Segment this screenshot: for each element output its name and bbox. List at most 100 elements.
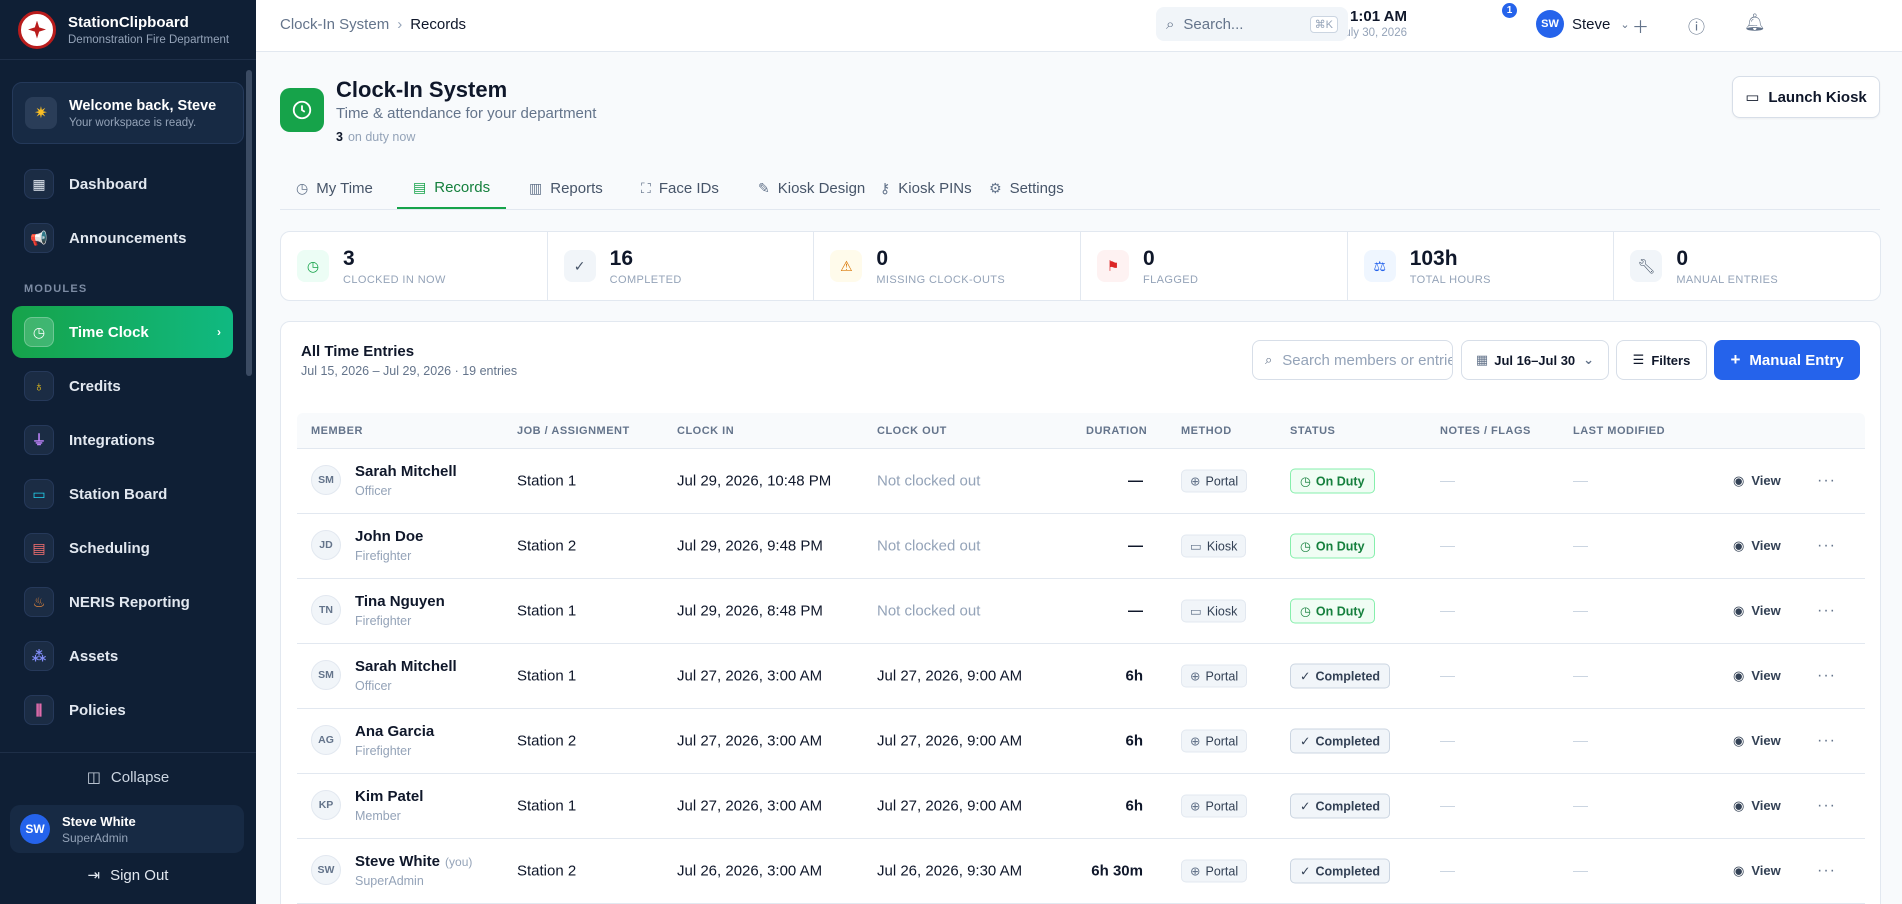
member-name[interactable]: Sarah Mitchell [355, 463, 462, 480]
help-icon[interactable]: ⓘ [1688, 13, 1705, 38]
plus-icon: + [1730, 350, 1741, 369]
sidebar-item-credits[interactable]: ♁ Credits [12, 360, 233, 412]
member-name[interactable]: Tina Nguyen [355, 593, 450, 610]
table-row[interactable]: AG Ana Garcia Firefighter Station 2 Jul 27, … [297, 709, 1865, 774]
check-circle-icon: ✓ [1300, 734, 1311, 749]
sidebar-item-integrations[interactable]: ⏚ Integrations [12, 414, 233, 466]
sidebar-item-scheduling[interactable]: ▤ Scheduling [12, 522, 233, 574]
member-name[interactable]: Ana Garcia [355, 723, 439, 740]
notes-flags: — [1440, 732, 1455, 750]
more-actions-button[interactable]: ··· [1817, 797, 1836, 815]
face-scan-icon: ⛶ [641, 180, 651, 196]
tab-reports[interactable]: ▥ Reports [513, 168, 619, 209]
tab-kiosk-pins[interactable]: ⚷ Kiosk PINs [864, 168, 988, 209]
member-name[interactable]: Kim Patel [355, 788, 428, 805]
sidebar-item-announcements[interactable]: 📢 Announcements [12, 212, 233, 264]
sidebar-item-neris-reporting[interactable]: ♨ NERIS Reporting [12, 576, 233, 628]
eye-icon: ◉ [1733, 603, 1745, 618]
last-modified: — [1573, 797, 1588, 815]
clock-in-time: Jul 29, 2026, 10:48 PM [677, 472, 832, 490]
plus-icon[interactable]: ＋ [1632, 13, 1649, 38]
table-row[interactable]: KP Kim Patel Member Station 1 Jul 27, 2026, … [297, 774, 1865, 839]
more-actions-button[interactable]: ··· [1817, 472, 1836, 490]
sidebar-item-station-board[interactable]: ▭ Station Board [12, 468, 233, 520]
job-assignment: Station 1 [517, 602, 577, 620]
column-header-job[interactable]: JOB / ASSIGNMENT [517, 425, 630, 437]
tab-settings[interactable]: ⚙ Settings [973, 168, 1080, 209]
view-button[interactable]: ◉ View [1733, 603, 1781, 619]
avatar: TN [311, 595, 341, 625]
modules-label: MODULES [24, 283, 88, 295]
last-modified: — [1573, 862, 1588, 880]
bell-icon[interactable]: 🔔︎ [1744, 13, 1766, 33]
sidebar-scrollbar[interactable] [246, 70, 252, 376]
more-actions-button[interactable]: ··· [1817, 862, 1836, 880]
member-name[interactable]: Steve White (you) [355, 853, 472, 870]
collapse-button[interactable]: ◫ Collapse [0, 768, 256, 786]
table-row[interactable]: SM Sarah Mitchell Officer Station 1 Jul 29, … [297, 449, 1865, 514]
brand[interactable]: StationClipboard Demonstration Fire Depa… [0, 0, 256, 60]
sidebar-item-time-clock[interactable]: ◷ Time Clock › [12, 306, 233, 358]
column-header-status[interactable]: STATUS [1290, 425, 1335, 437]
last-modified: — [1573, 667, 1588, 685]
table-row[interactable]: SM Sarah Mitchell Officer Station 1 Jul 27, … [297, 644, 1865, 709]
method-label: Kiosk [1206, 604, 1238, 619]
warning-icon: ⚠ [830, 250, 863, 282]
member-name-text: Ana Garcia [355, 723, 435, 740]
status-badge: ◷ On Duty [1290, 533, 1375, 559]
more-actions-button[interactable]: ··· [1817, 667, 1836, 685]
on-duty-number: 3 [336, 130, 343, 144]
launch-kiosk-button[interactable]: ▭ Launch Kiosk [1732, 76, 1880, 118]
monitor-icon: ▭ [1745, 89, 1760, 106]
manual-entry-button[interactable]: + Manual Entry [1714, 340, 1860, 380]
column-header-clock-out[interactable]: CLOCK OUT [877, 425, 947, 437]
view-button[interactable]: ◉ View [1733, 473, 1781, 489]
sidebar-item-policies[interactable]: ⫼ Policies [12, 684, 233, 736]
more-actions-button[interactable]: ··· [1817, 732, 1836, 750]
tab-face-ids[interactable]: ⛶ Face IDs [625, 168, 735, 209]
member-name[interactable]: John Doe [355, 528, 428, 545]
clock-icon: ◷ [296, 180, 309, 196]
date-range-picker[interactable]: ▦ Jul 16–Jul 30 ⌄ [1461, 340, 1609, 380]
more-actions-button[interactable]: ··· [1817, 537, 1836, 555]
sidebar-user-card[interactable]: SW Steve White SuperAdmin [10, 805, 244, 853]
last-modified: — [1573, 602, 1588, 620]
more-actions-button[interactable]: ··· [1817, 602, 1836, 620]
sidebar-item-assets[interactable]: ⁂ Assets [12, 630, 233, 682]
sign-out-icon: ⇥ [87, 867, 101, 884]
tab-kiosk-design[interactable]: ✎ Kiosk Design [742, 168, 881, 209]
view-button[interactable]: ◉ View [1733, 668, 1781, 684]
member-name-text: Sarah Mitchell [355, 463, 457, 480]
column-header-method[interactable]: METHOD [1181, 425, 1232, 437]
tab-records[interactable]: ▤ Records [397, 168, 507, 209]
sidebar-item-label: Time Clock [69, 323, 149, 341]
member-search-input[interactable]: ⌕ Search members or entries [1252, 340, 1453, 380]
column-header-clock-in[interactable]: CLOCK IN [677, 425, 734, 437]
department-logo-icon [18, 10, 56, 49]
user-menu[interactable]: SW Steve ⌄ [1536, 10, 1630, 38]
view-button[interactable]: ◉ View [1733, 798, 1781, 814]
view-button[interactable]: ◉ View [1733, 733, 1781, 749]
status-label: Completed [1315, 734, 1381, 749]
column-header-duration[interactable]: DURATION [1086, 425, 1147, 437]
filters-button[interactable]: ☰ Filters [1616, 340, 1707, 380]
eye-icon: ◉ [1733, 473, 1745, 488]
table-row[interactable]: TN Tina Nguyen Firefighter Station 1 Jul 29,… [297, 579, 1865, 644]
column-header-last-modified[interactable]: LAST MODIFIED [1573, 425, 1665, 437]
sign-out-button[interactable]: ⇥ Sign Out [0, 866, 256, 884]
global-search-input[interactable]: ⌕ Search... ⌘K [1156, 7, 1348, 41]
view-button[interactable]: ◉ View [1733, 538, 1781, 554]
tab-my-time[interactable]: ◷ My Time [280, 168, 389, 209]
eye-icon: ◉ [1733, 863, 1745, 878]
table-row[interactable]: JD John Doe Firefighter Station 2 Jul 29, 20… [297, 514, 1865, 579]
date-range-label: Jul 16–Jul 30 [1494, 352, 1576, 368]
table-row[interactable]: SW Steve White (you) SuperAdmin Station 2 Jul… [297, 839, 1865, 904]
job-assignment: Station 1 [517, 667, 577, 685]
column-header-member[interactable]: MEMBER [311, 425, 363, 437]
breadcrumb-parent[interactable]: Clock-In System [280, 16, 389, 33]
view-button[interactable]: ◉ View [1733, 863, 1781, 879]
column-header-notes[interactable]: NOTES / FLAGS [1440, 425, 1531, 437]
member-name[interactable]: Sarah Mitchell [355, 658, 462, 675]
sidebar-item-dashboard[interactable]: ▦ Dashboard [12, 158, 233, 210]
clock-out-time: Not clocked out [877, 602, 981, 620]
